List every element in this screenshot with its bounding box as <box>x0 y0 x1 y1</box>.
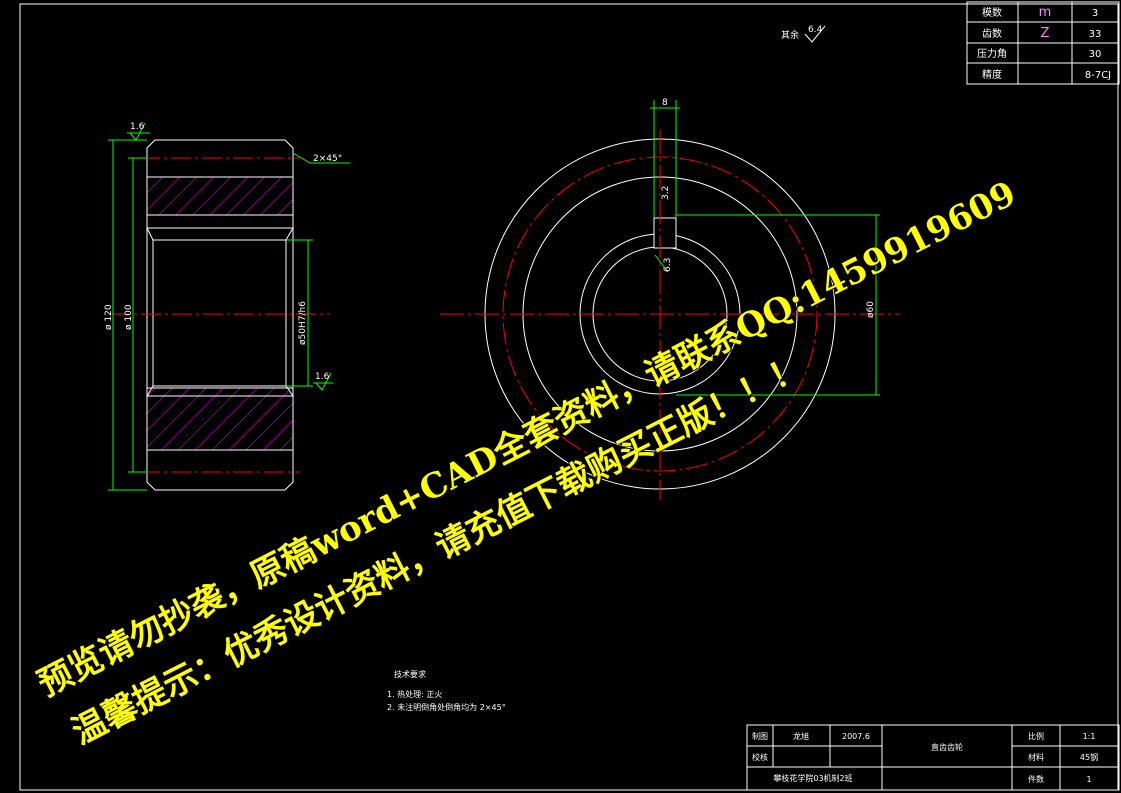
tech-item-1: 2. 未注明倒角处倒角均为 2×45° <box>387 702 506 712</box>
param-value-2: 30 <box>1089 49 1102 60</box>
param-label-1: 齿数 <box>982 27 1002 40</box>
side-view: 1.6 2×45° ø 120 ø 100 ø50H7/h6 1.6 <box>104 122 350 491</box>
tech-item-0: 1. 热处理: 正火 <box>387 689 442 699</box>
param-value-1: 33 <box>1089 29 1102 40</box>
tb-scale-label: 比例 <box>1028 731 1044 741</box>
hatch-bottom <box>146 387 294 451</box>
tb-part-name: 直齿齿轮 <box>931 742 963 752</box>
front-dim-roughness: 6.3 <box>663 258 673 272</box>
roughness-note-value: 6.4 <box>808 25 823 35</box>
keyway <box>653 217 677 249</box>
param-value-3: 8-7CJ <box>1085 70 1111 81</box>
tb-material-label: 材料 <box>1028 752 1044 762</box>
tech-title: 技术要求 <box>394 669 426 679</box>
hatch-top <box>146 176 294 216</box>
side-chamfer: 2×45° <box>313 154 342 164</box>
param-value-0: 3 <box>1092 8 1098 19</box>
roughness-note-label: 其余 <box>781 29 799 41</box>
param-label-0: 模数 <box>982 6 1002 19</box>
tb-drawn-date: 2007.6 <box>842 732 870 741</box>
side-dim-bore: ø50H7/h6 <box>298 301 308 345</box>
params-table: 模数 m 3 齿数 Z 33 压力角 30 精度 8-7CJ <box>966 1 1120 85</box>
tech-requirements: 技术要求 1. 热处理: 正火 2. 未注明倒角处倒角均为 2×45° <box>387 669 506 712</box>
front-dim-hub: ø60 <box>866 301 876 318</box>
side-dim-outer: ø 120 <box>104 304 114 330</box>
tb-check-label: 校核 <box>752 752 768 762</box>
param-symbol-0: m <box>1039 5 1052 20</box>
roughness-note: 其余 6.4 <box>781 25 826 43</box>
front-dim-keyway-depth: 3.2 <box>661 186 671 200</box>
tb-qty-value: 1 <box>1086 775 1091 784</box>
param-symbol-1: Z <box>1041 26 1050 41</box>
tb-school: 攀枝花学院03机制2班 <box>773 773 852 783</box>
tb-qty-label: 件数 <box>1028 774 1044 784</box>
tb-scale-value: 1:1 <box>1083 732 1096 741</box>
side-dim-root: ø 100 <box>124 304 134 330</box>
side-roughness-top: 1.6 <box>130 122 145 132</box>
tb-drawn-label: 制图 <box>752 731 768 741</box>
param-label-2: 压力角 <box>977 47 1007 60</box>
side-roughness-bore: 1.6 <box>315 372 330 382</box>
tb-drawn-name: 龙旭 <box>793 731 809 741</box>
param-label-3: 精度 <box>982 68 1002 81</box>
tb-material-value: 45钢 <box>1080 752 1098 762</box>
title-block: 制图 龙旭 2007.6 校核 直齿齿轮 比例 1:1 材料 45钢 件数 1 … <box>746 724 1120 791</box>
front-dim-keyway-width: 8 <box>662 98 668 108</box>
